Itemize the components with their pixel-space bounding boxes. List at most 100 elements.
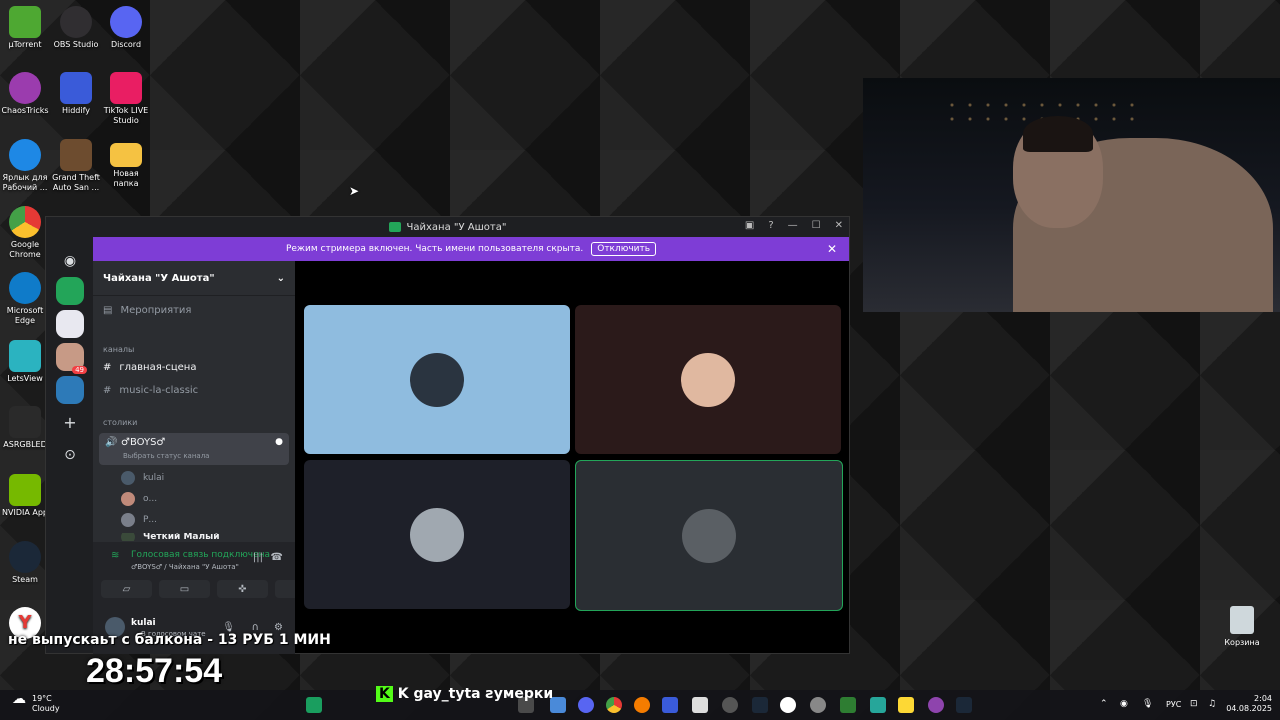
nvidia-icon	[9, 474, 41, 506]
desktop-icon-utorrent[interactable]: µTorrent	[0, 2, 50, 50]
desktop-icon-obs[interactable]: OBS Studio	[51, 2, 101, 50]
camera-button[interactable]: ▱	[101, 580, 152, 598]
folder-icon	[110, 143, 142, 167]
taskbar-app-icon[interactable]	[692, 697, 708, 713]
participant-tile[interactable]	[304, 460, 570, 609]
avatar	[121, 492, 135, 506]
server-4[interactable]	[56, 376, 84, 404]
close-button[interactable]: ✕	[835, 220, 843, 231]
disconnect-icon[interactable]: ☎	[271, 552, 283, 563]
desktop-icon-shortcut[interactable]: Ярлык для Рабочий ...	[0, 135, 50, 193]
channel-main-stage[interactable]: # главная-сцена	[103, 362, 287, 373]
inbox-icon[interactable]: ▣	[745, 220, 754, 231]
voice-location[interactable]: ♂BOYS♂ / Чайхана "У Ашота"	[131, 563, 239, 571]
avatar	[681, 352, 735, 407]
voice-connected-text[interactable]: Голосовая связь подключена	[131, 550, 270, 560]
speaker-icon: 🔊	[105, 437, 118, 448]
hiddify-taskbar-icon[interactable]	[662, 697, 678, 713]
network-icon[interactable]: ⊡	[1190, 699, 1198, 709]
voice-user[interactable]: Четкий Малый	[121, 533, 287, 541]
stream-timer: 28:57:54	[86, 652, 223, 690]
volume-icon[interactable]: ♫	[1208, 699, 1216, 709]
taskbar-app-icon[interactable]	[956, 697, 972, 713]
settings-taskbar-icon[interactable]	[810, 697, 826, 713]
server-2[interactable]	[56, 310, 84, 338]
desktop-icon-nvidia[interactable]: NVIDIA App	[0, 470, 50, 518]
taskbar-app-icon[interactable]	[928, 697, 944, 713]
maximize-button[interactable]: ☐	[812, 220, 821, 231]
category-channels[interactable]: каналы	[103, 345, 287, 354]
current-user-name[interactable]: kulai	[131, 618, 156, 628]
language-indicator[interactable]: РУС	[1166, 700, 1181, 709]
desktop-icon-label: NVIDIA App	[2, 508, 48, 517]
tray-app-icon[interactable]: ◉	[1120, 699, 1128, 709]
desktop-icon-chaostricks[interactable]: ChaosTricks	[0, 68, 50, 116]
desktop-icon-steam[interactable]: Steam	[0, 537, 50, 585]
participant-tile[interactable]	[304, 305, 570, 454]
chat-icon[interactable]: ●	[275, 437, 283, 447]
server-3[interactable]: 49	[56, 343, 87, 374]
close-banner-icon[interactable]: ✕	[827, 242, 837, 256]
help-icon[interactable]: ?	[768, 220, 773, 231]
kick-taskbar-icon[interactable]	[306, 697, 322, 713]
server-chaikhana[interactable]	[56, 277, 84, 305]
category-tables[interactable]: столики	[103, 418, 287, 427]
cloud-icon: ☁	[12, 691, 26, 707]
disable-streamer-mode-button[interactable]: Отключить	[591, 242, 657, 256]
voice-user-name: о...	[143, 494, 158, 504]
participant-tile[interactable]	[575, 305, 841, 454]
signal-icon: ≋	[111, 550, 120, 561]
discover-icon[interactable]: ⊙	[56, 441, 84, 469]
voice-channel-boys[interactable]: 🔊 ♂BOYS♂ Выбрать статус канала ●	[99, 433, 289, 465]
participant-tile-speaking[interactable]	[575, 460, 843, 611]
stream-title-overlay: K K gay_tyta ƨумерки	[376, 686, 553, 702]
screen-share-button[interactable]: ▭	[159, 580, 210, 598]
server-list: ◉ 49 + ⊙	[46, 237, 92, 653]
steam-taskbar-icon[interactable]	[752, 697, 768, 713]
window-titlebar[interactable]: Чайхана "У Ашота" ▣ ? — ☐ ✕	[46, 217, 849, 237]
discord-home-icon[interactable]: ◉	[56, 247, 84, 275]
voice-channel-status[interactable]: Выбрать статус канала	[123, 452, 209, 460]
desktop-icon-label: OBS Studio	[53, 40, 99, 49]
obs-taskbar-icon[interactable]	[722, 697, 738, 713]
desktop-icon-chrome[interactable]: Google Chrome	[0, 202, 50, 260]
desktop-icon-asrgbled[interactable]: ASRGBLED	[0, 402, 50, 450]
window-controls: ▣ ? — ☐ ✕	[745, 220, 843, 231]
desktop-icon-label: µTorrent	[8, 40, 42, 49]
taskbar-app-icon[interactable]	[634, 697, 650, 713]
microphone-tray-icon[interactable]: 🎙	[1142, 699, 1153, 709]
server-header[interactable]: Чайхана "У Ашота" ⌄	[93, 261, 295, 296]
noise-suppression-icon[interactable]: |||	[253, 552, 263, 563]
voice-user[interactable]: kulai	[121, 471, 287, 485]
desktop-icon-recycle-bin[interactable]: Корзина	[1220, 606, 1264, 647]
desktop-icon-gta[interactable]: Grand Theft Auto San ...	[51, 135, 101, 193]
activities-button[interactable]: ✜	[217, 580, 268, 598]
gamepad-icon: ✜	[238, 583, 247, 595]
stream-title-text: K gay_tyta ƨумерки	[397, 686, 554, 702]
desktop-icon-hiddify[interactable]: Hiddify	[51, 68, 101, 116]
letsview-icon	[9, 340, 41, 372]
taskbar-app-icon[interactable]	[898, 697, 914, 713]
add-server-icon[interactable]: +	[56, 409, 84, 437]
desktop-icon-discord[interactable]: Discord	[101, 2, 151, 50]
yandex-taskbar-icon[interactable]	[780, 697, 796, 713]
taskbar-app-icon[interactable]	[870, 697, 886, 713]
desktop-icon-folder[interactable]: Новая папка	[101, 135, 151, 189]
voice-channel-name: ♂BOYS♂	[121, 437, 166, 448]
voice-user[interactable]: о...	[121, 492, 287, 506]
chrome-taskbar-icon[interactable]	[606, 697, 622, 713]
events-item[interactable]: ▤ Мероприятия	[103, 305, 287, 316]
avatar	[121, 471, 135, 485]
taskbar-app-icon[interactable]	[840, 697, 856, 713]
minimize-button[interactable]: —	[788, 220, 798, 231]
tray-chevron-up-icon[interactable]: ⌃	[1100, 699, 1108, 709]
channel-music[interactable]: # music-la-classic	[103, 385, 287, 396]
steam-icon	[9, 541, 41, 573]
desktop-icon-letsview[interactable]: LetsView	[0, 336, 50, 384]
desktop-icon-tiktok-live[interactable]: TikTok LIVE Studio	[101, 68, 151, 126]
weather-widget[interactable]: ☁ 19°C Cloudy	[12, 691, 60, 714]
voice-user[interactable]: Р...	[121, 513, 287, 527]
discord-taskbar-icon[interactable]	[578, 697, 594, 713]
desktop-icon-edge[interactable]: Microsoft Edge	[0, 268, 50, 326]
clock[interactable]: 2:04 04.08.2025	[1226, 694, 1272, 714]
